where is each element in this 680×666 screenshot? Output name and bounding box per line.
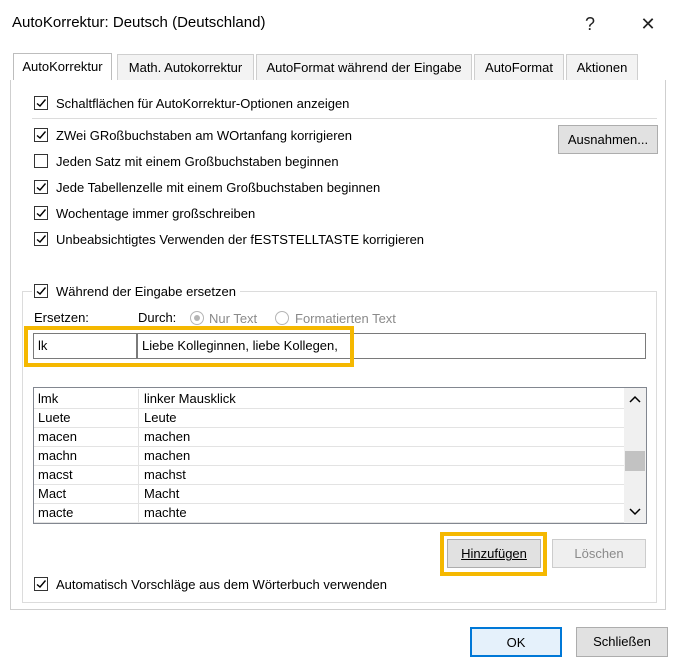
list-item[interactable]: Luete Leute bbox=[34, 408, 624, 428]
groupbox-border bbox=[22, 291, 23, 603]
option-label-table-cell-caps: Jede Tabellenzelle mit einem Großbuchsta… bbox=[56, 180, 381, 195]
chevron-up-icon[interactable] bbox=[629, 395, 641, 403]
chevron-down-icon[interactable] bbox=[629, 508, 641, 516]
radio-formatted-text-label: Formatierten Text bbox=[295, 311, 396, 326]
exceptions-button[interactable]: Ausnahmen... bbox=[558, 125, 658, 154]
radio-plain-text[interactable] bbox=[190, 311, 204, 325]
groupbox-border bbox=[22, 602, 657, 603]
scrollbar-thumb[interactable] bbox=[625, 451, 645, 471]
replace-while-typing-label: Während der Eingabe ersetzen bbox=[56, 284, 240, 299]
entry-from: machn bbox=[38, 448, 78, 463]
groupbox-border bbox=[236, 291, 657, 292]
scrollbar[interactable] bbox=[624, 388, 646, 523]
option-label-weekday-caps: Wochentage immer großschreiben bbox=[56, 206, 256, 221]
with-input[interactable]: Liebe Kolleginnen, liebe Kollegen, bbox=[137, 333, 646, 359]
checkmark-icon bbox=[36, 580, 47, 588]
option-label-show-options: Schaltflächen für AutoKorrektur-Optionen… bbox=[56, 96, 350, 111]
divider bbox=[32, 118, 657, 119]
checkmark-icon bbox=[36, 209, 47, 217]
checkmark-icon bbox=[36, 99, 47, 107]
checkbox-replace-while-typing[interactable] bbox=[34, 284, 48, 298]
tab-math-autokorrektur[interactable]: Math. Autokorrektur bbox=[117, 54, 254, 80]
dialog-title: AutoKorrektur: Deutsch (Deutschland) bbox=[12, 14, 266, 31]
option-label-two-caps: ZWei GRoßbuchstaben am WOrtanfang korrig… bbox=[56, 128, 352, 143]
groupbox-border bbox=[22, 291, 32, 292]
autocorrect-list[interactable]: lmk linker Mausklick Luete Leute macen mach… bbox=[33, 387, 647, 524]
list-item[interactable]: macte machte bbox=[34, 503, 624, 523]
checkbox-sentence-caps[interactable] bbox=[34, 154, 48, 168]
checkbox-two-caps[interactable] bbox=[34, 128, 48, 142]
tab-autoformat-eingabe[interactable]: AutoFormat während der Eingabe bbox=[256, 54, 472, 80]
entry-to: machen bbox=[144, 429, 191, 444]
checkbox-dictionary-suggestions[interactable] bbox=[34, 577, 48, 591]
delete-button[interactable]: Löschen bbox=[552, 539, 646, 568]
checkbox-capslock[interactable] bbox=[34, 232, 48, 246]
entry-to: machst bbox=[144, 467, 186, 482]
radio-formatted-text[interactable] bbox=[275, 311, 289, 325]
checkbox-table-cell-caps[interactable] bbox=[34, 180, 48, 194]
entry-to: machen bbox=[144, 448, 191, 463]
list-item[interactable]: macen machen bbox=[34, 427, 624, 447]
groupbox-border bbox=[656, 291, 657, 603]
entry-from: macen bbox=[38, 429, 78, 444]
close-icon[interactable]: ✕ bbox=[628, 10, 668, 38]
option-label-sentence-caps: Jeden Satz mit einem Großbuchstaben begi… bbox=[56, 154, 339, 169]
checkmark-icon bbox=[36, 235, 47, 243]
checkmark-icon bbox=[36, 287, 47, 295]
tab-autokorrektur[interactable]: AutoKorrektur bbox=[13, 53, 112, 81]
ok-button[interactable]: OK bbox=[470, 627, 562, 657]
checkbox-weekday-caps[interactable] bbox=[34, 206, 48, 220]
replace-label: Ersetzen: bbox=[34, 310, 89, 325]
entry-to: machte bbox=[144, 505, 187, 520]
help-button[interactable]: ? bbox=[570, 10, 610, 38]
dictionary-suggestions-label: Automatisch Vorschläge aus dem Wörterbuc… bbox=[56, 577, 387, 592]
entry-from: lmk bbox=[38, 391, 59, 406]
replace-input[interactable]: lk bbox=[33, 333, 137, 359]
add-button[interactable]: Hinzufügen bbox=[447, 539, 541, 568]
radio-plain-text-label: Nur Text bbox=[209, 311, 258, 326]
with-label: Durch: bbox=[138, 310, 177, 325]
checkmark-icon bbox=[36, 131, 47, 139]
list-item[interactable]: macst machst bbox=[34, 465, 624, 485]
close-button[interactable]: Schließen bbox=[576, 627, 668, 657]
entry-from: Luete bbox=[38, 410, 71, 425]
tab-autoformat[interactable]: AutoFormat bbox=[474, 54, 564, 80]
option-label-capslock: Unbeabsichtigtes Verwenden der fESTSTELL… bbox=[56, 232, 425, 247]
entry-from: macte bbox=[38, 505, 74, 520]
list-item[interactable]: machn machen bbox=[34, 446, 624, 466]
tab-aktionen[interactable]: Aktionen bbox=[566, 54, 638, 80]
list-item[interactable]: Mact Macht bbox=[34, 484, 624, 504]
entry-to: linker Mausklick bbox=[144, 391, 236, 406]
radio-dot bbox=[194, 315, 200, 321]
entry-to: Macht bbox=[144, 486, 180, 501]
entry-to: Leute bbox=[144, 410, 177, 425]
checkmark-icon bbox=[36, 183, 47, 191]
entry-from: macst bbox=[38, 467, 73, 482]
entry-from: Mact bbox=[38, 486, 67, 501]
list-item[interactable]: lmk linker Mausklick bbox=[34, 389, 624, 409]
checkbox-show-options[interactable] bbox=[34, 96, 48, 110]
